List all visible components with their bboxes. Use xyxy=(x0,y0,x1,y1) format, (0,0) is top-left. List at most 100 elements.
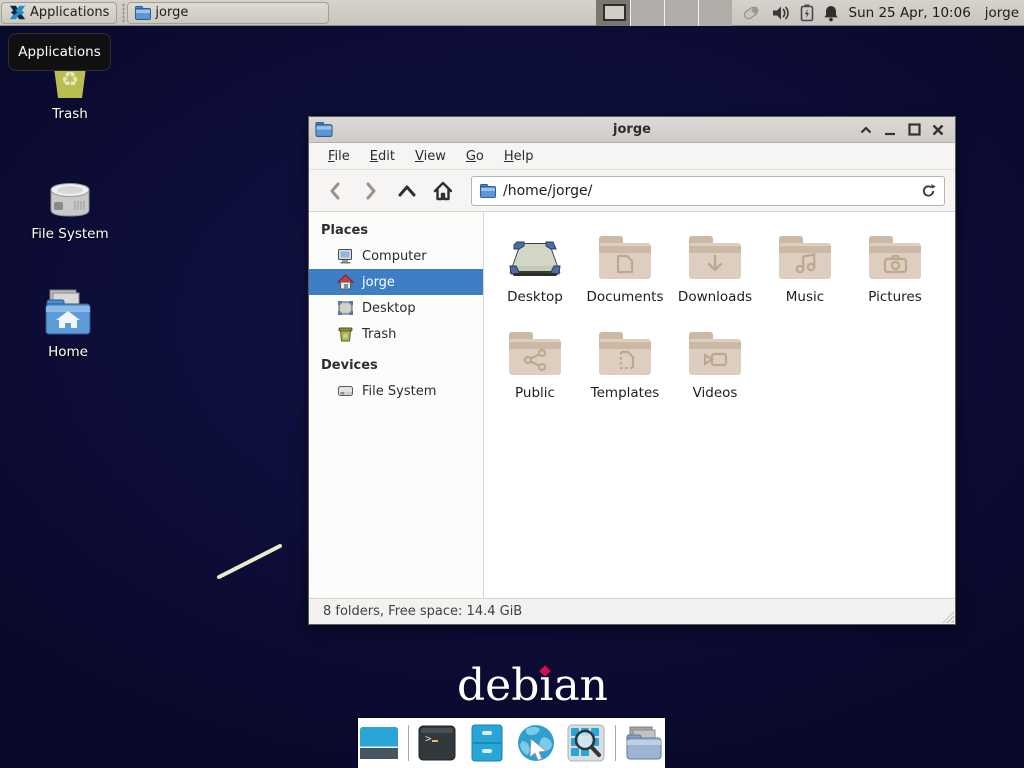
file-item-desktop[interactable]: Desktop xyxy=(490,228,580,324)
file-item-pictures[interactable]: Pictures xyxy=(850,228,940,324)
shade-button[interactable] xyxy=(857,121,875,139)
workspace-3[interactable] xyxy=(664,0,698,26)
file-item-music[interactable]: Music xyxy=(760,228,850,324)
notifications-bell-icon[interactable] xyxy=(823,4,839,22)
file-label: Downloads xyxy=(678,289,752,305)
sidebar-item-label: Computer xyxy=(362,249,427,264)
up-button[interactable] xyxy=(391,176,423,206)
desktop-icon xyxy=(336,300,354,316)
application-finder-icon xyxy=(567,724,605,762)
dock-show-desktop-button[interactable] xyxy=(358,722,400,764)
drive-icon xyxy=(336,384,354,398)
taskbar-window-button[interactable]: jorge xyxy=(127,2,329,24)
toolbar: /home/jorge/ xyxy=(309,170,955,212)
maximize-icon xyxy=(908,123,921,136)
computer-icon xyxy=(336,248,354,264)
dock-file-manager-button[interactable] xyxy=(466,722,508,764)
resize-grip[interactable] xyxy=(942,611,954,623)
show-desktop-icon xyxy=(359,726,399,760)
menu-edit[interactable]: Edit xyxy=(361,146,404,167)
file-pane[interactable]: Desktop Documents xyxy=(484,212,955,598)
file-item-public[interactable]: Public xyxy=(490,324,580,420)
file-item-documents[interactable]: Documents xyxy=(580,228,670,324)
dock-terminal-button[interactable]: > xyxy=(417,722,459,764)
folder-icon xyxy=(135,6,151,20)
file-item-downloads[interactable]: Downloads xyxy=(670,228,760,324)
workspace-2[interactable] xyxy=(630,0,664,26)
terminal-icon: > xyxy=(418,725,456,761)
taskbar-window-label: jorge xyxy=(155,5,188,20)
sidebar-places-header: Places xyxy=(309,218,483,243)
maximize-button[interactable] xyxy=(905,121,923,139)
sidebar-item-label: Desktop xyxy=(362,301,416,316)
path-input[interactable]: /home/jorge/ xyxy=(503,183,914,199)
volume-icon[interactable] xyxy=(771,5,791,21)
path-folder-icon xyxy=(480,184,496,198)
window-titlebar[interactable]: jorge xyxy=(309,117,955,143)
sidebar-item-file-system[interactable]: File System xyxy=(309,378,483,404)
desktop-icon-file-system[interactable]: File System xyxy=(24,166,116,242)
applications-menu-button[interactable]: Applications xyxy=(1,2,117,24)
forward-button[interactable] xyxy=(355,176,387,206)
status-text: 8 folders, Free space: 14.4 GiB xyxy=(323,604,522,619)
sidebar-item-computer[interactable]: Computer xyxy=(309,243,483,269)
dock-folder-button[interactable] xyxy=(623,722,665,764)
file-label: Music xyxy=(786,289,824,305)
menubar: File Edit View Go Help xyxy=(309,143,955,170)
workspace-switcher[interactable] xyxy=(596,0,732,26)
workspace-1[interactable] xyxy=(596,0,630,26)
sidebar-item-jorge[interactable]: jorge xyxy=(309,269,483,295)
documents-folder-icon xyxy=(597,228,653,280)
panel-clock[interactable]: Sun 25 Apr, 10:06 xyxy=(849,5,971,21)
panel-username[interactable]: jorge xyxy=(985,5,1019,21)
file-label: Pictures xyxy=(868,289,921,305)
dock-folder-icon xyxy=(624,725,664,761)
input-device-icon[interactable] xyxy=(740,4,762,22)
dock-app-finder-button[interactable] xyxy=(565,722,607,764)
public-folder-icon xyxy=(507,324,563,376)
menu-go[interactable]: Go xyxy=(457,146,493,167)
close-button[interactable] xyxy=(929,121,947,139)
applications-menu-label: Applications xyxy=(30,5,109,20)
desktop-icon-label: Trash xyxy=(24,106,116,122)
home-button[interactable] xyxy=(427,176,459,206)
desktop-icon-home[interactable]: Home xyxy=(22,284,114,360)
minimize-icon xyxy=(884,124,896,136)
system-tray xyxy=(740,4,839,22)
window-folder-icon xyxy=(315,122,333,137)
pictures-folder-icon xyxy=(867,228,923,280)
taskbar-grip[interactable] xyxy=(120,3,126,23)
menu-file[interactable]: File xyxy=(319,146,359,167)
up-icon xyxy=(398,185,416,197)
desktop-icon-label: File System xyxy=(24,226,116,242)
file-item-templates[interactable]: Templates xyxy=(580,324,670,420)
sidebar-item-label: jorge xyxy=(362,275,395,290)
back-button[interactable] xyxy=(319,176,351,206)
workspace-window-thumb xyxy=(603,4,626,21)
file-manager-window: jorge F xyxy=(308,116,956,625)
sidebar-item-trash[interactable]: Trash xyxy=(309,321,483,347)
music-folder-icon xyxy=(777,228,833,280)
dock-web-browser-button[interactable] xyxy=(516,722,558,764)
forward-icon xyxy=(364,182,378,200)
sidebar-item-label: File System xyxy=(362,384,436,399)
dock-separator xyxy=(408,725,409,761)
file-label: Public xyxy=(515,385,555,401)
bottom-dock: > xyxy=(358,718,665,768)
xfce-logo-icon xyxy=(9,4,26,21)
workspace-4[interactable] xyxy=(698,0,732,26)
file-item-videos[interactable]: Videos xyxy=(670,324,760,420)
minimize-button[interactable] xyxy=(881,121,899,139)
svg-text:>: > xyxy=(425,732,432,745)
reload-icon[interactable] xyxy=(921,183,936,199)
path-bar[interactable]: /home/jorge/ xyxy=(471,176,945,206)
sidebar-item-desktop[interactable]: Desktop xyxy=(309,295,483,321)
web-browser-globe-icon xyxy=(516,723,556,763)
menu-help[interactable]: Help xyxy=(495,146,543,167)
sidebar-item-label: Trash xyxy=(362,327,396,342)
home-icon xyxy=(432,181,454,201)
battery-icon[interactable] xyxy=(800,4,814,22)
file-cabinet-icon xyxy=(471,724,503,762)
home-folder-icon xyxy=(42,286,94,338)
menu-view[interactable]: View xyxy=(406,146,455,167)
